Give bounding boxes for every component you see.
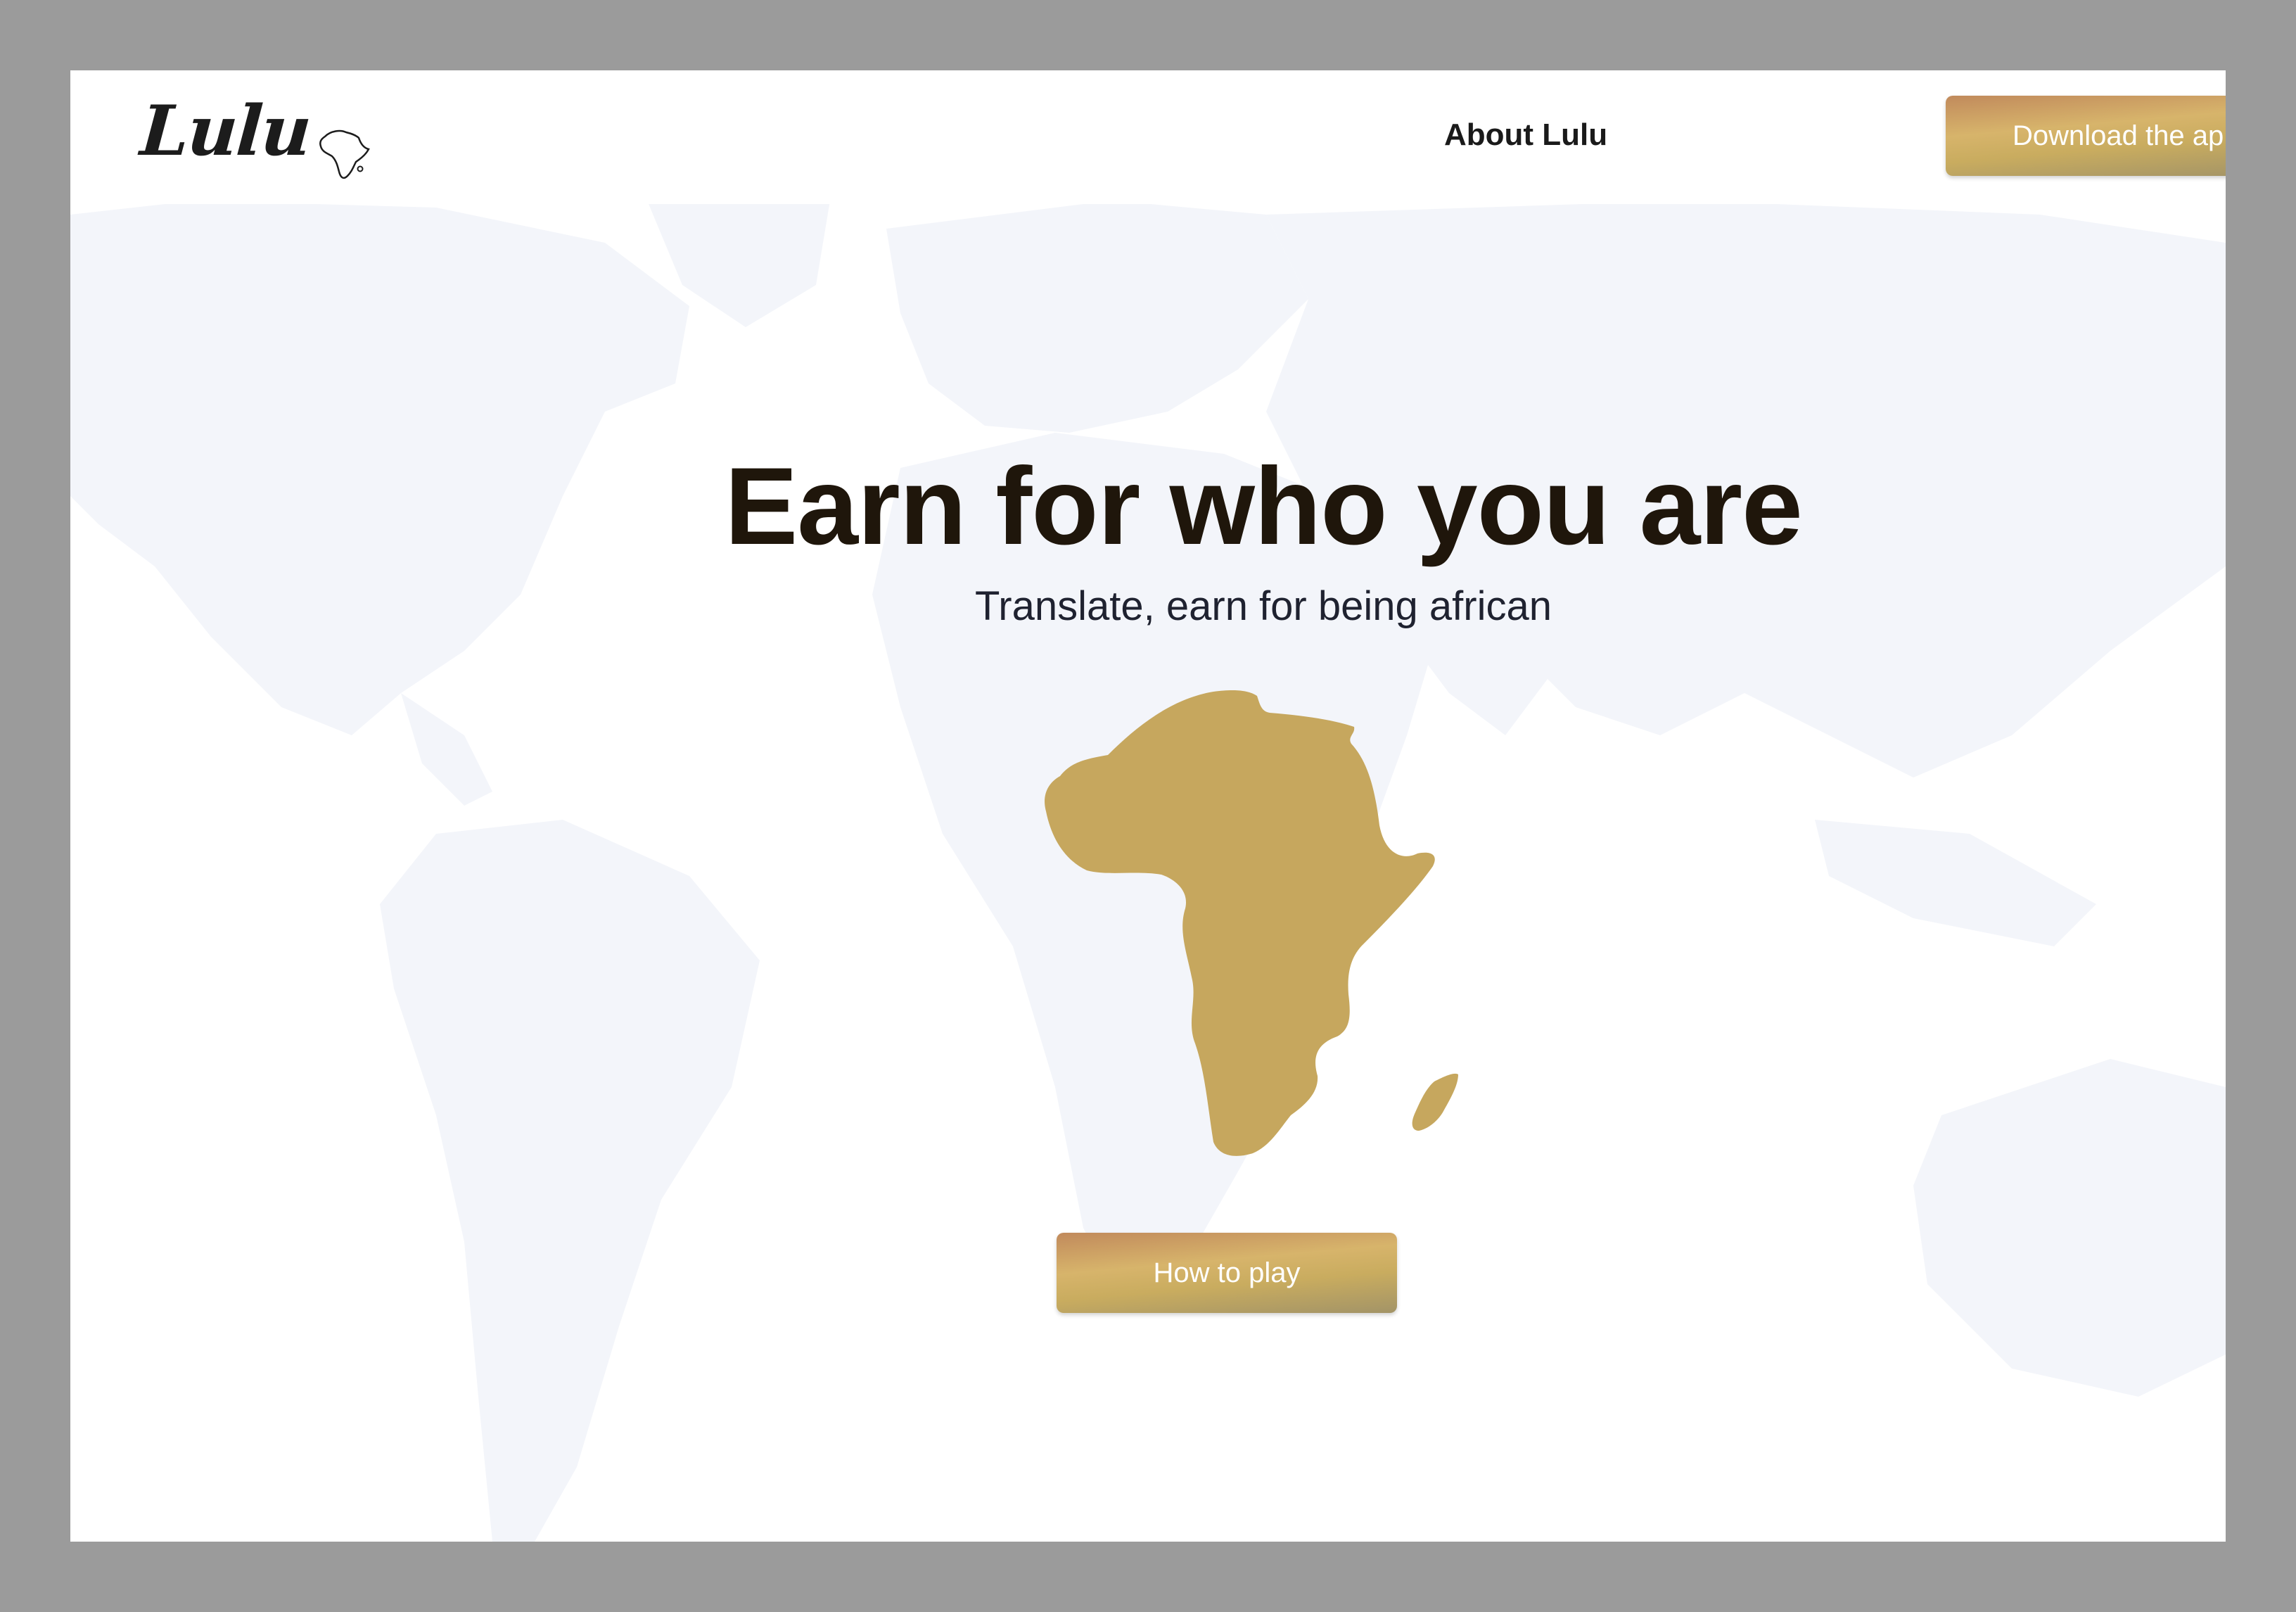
logo-text: Lulu [138,91,313,172]
hero-subtitle: Translate, earn for being african [975,583,1552,629]
top-navigation: Lulu About Lulu Download the ap [70,70,2226,204]
hero-title: Earn for who you are [725,445,1803,568]
map-central-america [401,693,492,806]
map-australia [1913,1059,2226,1397]
africa-outline-icon [319,129,370,179]
map-europe [886,201,1308,433]
about-lulu-link[interactable]: About Lulu [1444,114,1607,156]
map-south-america [380,820,760,1542]
map-southeast-asia [1815,820,2096,946]
download-app-button[interactable]: Download the ap [1946,96,2226,176]
how-to-play-button[interactable]: How to play [1057,1233,1397,1313]
browser-viewport: Lulu About Lulu Download the ap Earn for… [70,70,2226,1542]
africa-map-icon [1045,690,1458,1156]
logo[interactable]: Lulu [138,91,370,189]
